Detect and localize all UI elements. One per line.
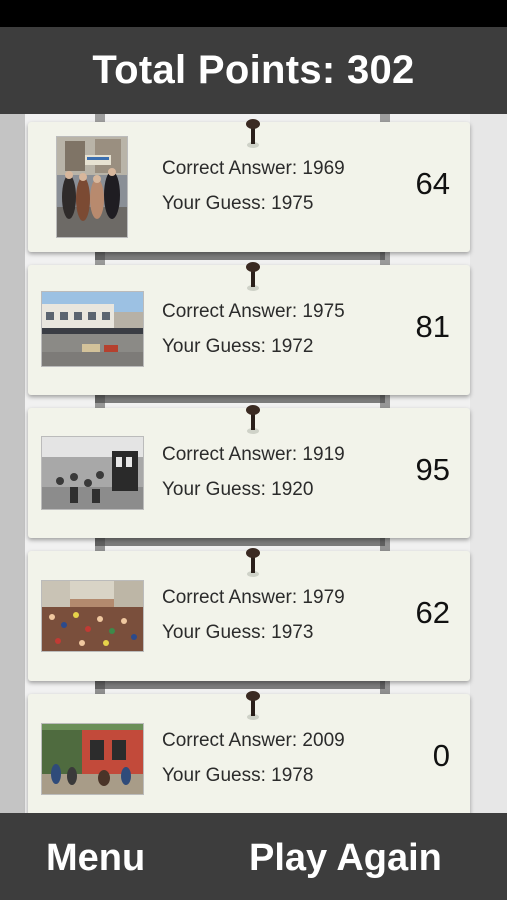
correct-answer-text: Correct Answer: 1975: [162, 301, 345, 322]
result-card: Correct Answer: 2009 Your Guess: 1978 0: [28, 691, 470, 813]
pushpin-icon: [246, 691, 260, 720]
total-points-header: Total Points: 302: [0, 27, 507, 114]
your-guess-text: Your Guess: 1973: [162, 622, 314, 643]
results-list[interactable]: Correct Answer: 1969 Your Guess: 1975 64: [0, 114, 507, 813]
points-value: 95: [415, 452, 450, 487]
points-value: 62: [415, 595, 450, 630]
street-crowd-photo: [56, 136, 128, 238]
result-card: Correct Answer: 1979 Your Guess: 1973 62: [28, 548, 470, 681]
points-value: 0: [432, 738, 450, 773]
pushpin-icon: [246, 119, 260, 148]
correct-answer-text: Correct Answer: 2009: [162, 730, 345, 751]
result-card: Correct Answer: 1969 Your Guess: 1975 64: [28, 119, 470, 252]
correct-answer-text: Correct Answer: 1979: [162, 587, 345, 608]
cafe-street-photo: [41, 723, 144, 795]
play-again-button[interactable]: Play Again: [249, 837, 442, 880]
total-points-title: Total Points: 302: [92, 48, 415, 92]
your-guess-text: Your Guess: 1920: [162, 479, 314, 500]
bottom-bar: Menu Play Again: [0, 813, 507, 900]
your-guess-text: Your Guess: 1972: [162, 336, 314, 357]
storefront-photo: [41, 291, 144, 367]
result-card: Correct Answer: 1919 Your Guess: 1920 95: [28, 405, 470, 538]
points-value: 64: [415, 166, 450, 201]
your-guess-text: Your Guess: 1975: [162, 193, 314, 214]
correct-answer-text: Correct Answer: 1969: [162, 158, 345, 179]
pushpin-icon: [246, 405, 260, 434]
pushpin-icon: [246, 262, 260, 291]
status-bar: [0, 0, 507, 27]
points-value: 81: [415, 309, 450, 344]
parade-crowd-photo: [41, 580, 144, 652]
your-guess-text: Your Guess: 1978: [162, 765, 314, 786]
result-card: Correct Answer: 1975 Your Guess: 1972 81: [28, 262, 470, 395]
correct-answer-text: Correct Answer: 1919: [162, 444, 345, 465]
menu-button[interactable]: Menu: [46, 837, 145, 880]
pushpin-icon: [246, 548, 260, 577]
beach-bathers-photo: [41, 436, 144, 510]
